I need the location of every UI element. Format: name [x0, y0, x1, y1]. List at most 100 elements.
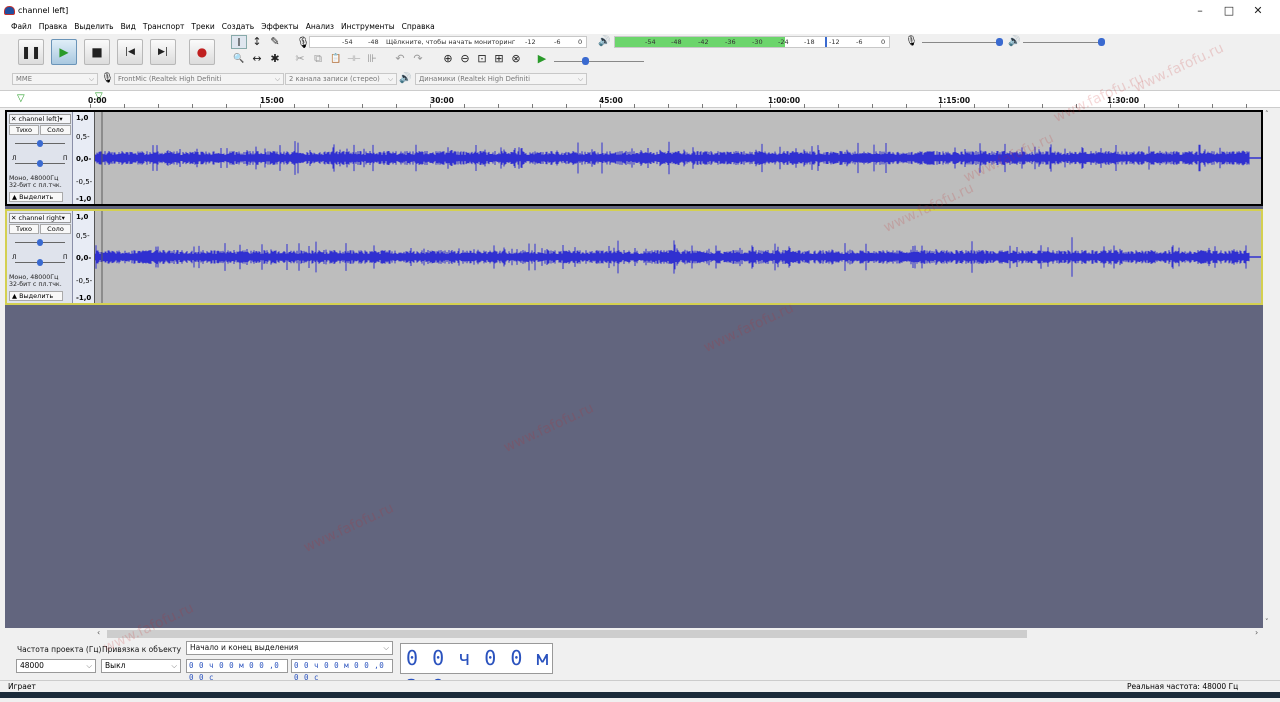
fit-selection-button[interactable]: ⊡ — [474, 52, 490, 66]
scroll-down-icon[interactable]: ˅ — [1265, 618, 1269, 626]
playback-meter[interactable]: -54 -48 -42 -36 -30 -24 -18 -12 -6 0 — [614, 36, 890, 48]
menu-item[interactable]: Анализ — [306, 22, 334, 31]
track-control-panel[interactable]: ✕ channel right▾ Тихо Соло Л П Моно, 480… — [7, 211, 73, 303]
amplitude-scale[interactable]: 1,0 0,5- 0,0- -0,5- -1,0 — [73, 112, 95, 204]
envelope-tool[interactable]: ↕ — [249, 35, 265, 49]
mute-button[interactable]: Тихо — [9, 125, 39, 135]
scroll-up-icon[interactable]: ˄ — [1265, 110, 1269, 118]
audio-track[interactable]: ✕ channel left]▾ Тихо Соло Л П Моно, 480… — [5, 110, 1263, 206]
playback-meter-tick: -6 — [856, 38, 863, 46]
menu-item[interactable]: Выделить — [74, 22, 113, 31]
timeshift-tool[interactable]: ↔ — [249, 52, 265, 66]
close-button[interactable]: ✕ — [1243, 3, 1273, 19]
menu-item[interactable]: Транспорт — [143, 22, 185, 31]
zoom-in-button[interactable]: ⊕ — [440, 52, 456, 66]
input-mic-icon: 🎙 — [101, 73, 114, 84]
selection-end-time[interactable]: 0 0 ч 0 0 м 0 0 ,0 0 0 с — [291, 659, 393, 682]
fit-project-button[interactable]: ⊞ — [491, 52, 507, 66]
output-device-select[interactable]: Динамики (Realtek High Definiti ⌵ — [415, 73, 587, 85]
play-head-icon[interactable]: ▽ — [17, 93, 25, 104]
track-select-button[interactable]: ▲ Выделить — [9, 192, 63, 202]
menu-item[interactable]: Треки — [191, 22, 214, 31]
maximize-button[interactable]: □ — [1214, 3, 1244, 19]
zoom-toggle-button[interactable]: ⊗ — [508, 52, 524, 66]
horizontal-scrollbar[interactable]: ‹ › — [5, 628, 1263, 640]
menu-item[interactable]: Файл — [11, 22, 32, 31]
track-control-panel[interactable]: ✕ channel left]▾ Тихо Соло Л П Моно, 480… — [7, 112, 73, 204]
solo-button[interactable]: Соло — [40, 125, 71, 135]
waveform[interactable] — [95, 112, 1261, 204]
menu-item[interactable]: Справка — [402, 22, 435, 31]
mute-button[interactable]: Тихо — [9, 224, 39, 234]
speaker-icon[interactable]: 🔊 — [598, 36, 610, 47]
ruler-minor-tick — [906, 104, 907, 108]
selection-start-time[interactable]: 0 0 ч 0 0 м 0 0 ,0 0 0 с — [186, 659, 288, 682]
menu-item[interactable]: Создать — [222, 22, 254, 31]
project-rate-select[interactable]: 48000 ⌵ — [16, 659, 96, 673]
track-select-button[interactable]: ▲ Выделить — [9, 291, 63, 301]
multi-tool[interactable]: ✱ — [267, 52, 283, 66]
ruler-minor-tick — [226, 104, 227, 108]
menu-item[interactable]: Вид — [121, 22, 136, 31]
scroll-right-icon[interactable]: › — [1255, 628, 1258, 637]
ruler-minor-tick — [600, 104, 601, 108]
selection-tool[interactable]: I — [231, 35, 247, 49]
paste-button[interactable]: 📋 — [328, 52, 344, 66]
playback-volume-thumb[interactable] — [1098, 38, 1105, 46]
input-device-select[interactable]: FrontMic (Realtek High Definiti ⌵ — [114, 73, 284, 85]
record-button[interactable]: ● — [189, 39, 215, 65]
copy-button[interactable]: ⧉ — [310, 52, 326, 66]
selection-mode-select[interactable]: Начало и конец выделения ⌵ — [186, 641, 393, 655]
skip-to-end-button[interactable]: ▶| — [150, 39, 176, 65]
track-name-menu[interactable]: ✕ channel right▾ — [9, 213, 71, 223]
play-speed-slider[interactable] — [554, 61, 644, 62]
record-meter-mic-icon[interactable]: 🎙 — [296, 36, 310, 49]
play-button[interactable]: ▶ — [51, 39, 77, 65]
waveform[interactable] — [95, 211, 1261, 303]
pause-button[interactable]: ❚❚ — [18, 39, 44, 65]
scale-label: -1,0 — [76, 294, 92, 302]
snap-to-select[interactable]: Выкл ⌵ — [101, 659, 181, 673]
gain-slider-thumb[interactable] — [37, 239, 43, 246]
amplitude-scale[interactable]: 1,0 0,5- 0,0- -0,5- -1,0 — [73, 211, 95, 303]
vertical-scrollbar[interactable]: ˄ ˅ — [1263, 108, 1275, 630]
recording-channels-value: 2 канала записи (стерео) — [289, 75, 380, 83]
audio-host-select[interactable]: MME ⌵ — [12, 73, 98, 85]
menu-item[interactable]: Инструменты — [341, 22, 395, 31]
audio-track[interactable]: ✕ channel right▾ Тихо Соло Л П Моно, 480… — [5, 209, 1263, 305]
undo-button[interactable]: ↶ — [392, 52, 408, 66]
scroll-left-icon[interactable]: ‹ — [97, 628, 100, 637]
zoom-out-button[interactable]: ⊖ — [457, 52, 473, 66]
record-volume-thumb[interactable] — [996, 38, 1003, 46]
redo-button[interactable]: ↷ — [410, 52, 426, 66]
ruler-minor-tick — [1076, 104, 1077, 108]
play-at-speed-button[interactable]: ▶ — [534, 52, 550, 66]
record-meter[interactable]: -54 -48 Щёлкните, чтобы начать мониторин… — [309, 36, 587, 48]
gain-slider-thumb[interactable] — [37, 140, 43, 147]
trim-button[interactable]: ⊣⊢ — [346, 52, 362, 66]
tracks-area[interactable]: ✕ channel left]▾ Тихо Соло Л П Моно, 480… — [5, 110, 1263, 630]
play-speed-thumb[interactable] — [582, 57, 589, 65]
cut-button[interactable]: ✂ — [292, 52, 308, 66]
pan-slider-thumb[interactable] — [37, 259, 43, 266]
silence-button[interactable]: ⊪ — [364, 52, 380, 66]
stop-button[interactable]: ■ — [84, 39, 110, 65]
playback-volume-slider[interactable] — [1023, 42, 1103, 43]
pan-right-label: П — [63, 254, 68, 261]
timeline-ruler[interactable]: ▽ ▽ 0:00 15:00 30:00 45:00 1:00:00 1:15:00 1:3… — [0, 90, 1280, 108]
draw-tool[interactable]: ✎ — [267, 35, 283, 49]
horizontal-scroll-thumb[interactable] — [107, 630, 1027, 638]
playback-meter-tick: 0 — [881, 38, 886, 46]
track-name-menu[interactable]: ✕ channel left]▾ — [9, 114, 71, 124]
menu-item[interactable]: Эффекты — [261, 22, 299, 31]
solo-button[interactable]: Соло — [40, 224, 71, 234]
record-volume-slider[interactable] — [922, 42, 1002, 43]
zoom-tool[interactable]: 🔍 — [231, 52, 247, 66]
recording-channels-select[interactable]: 2 канала записи (стерео) ⌵ — [285, 73, 397, 85]
audio-position-time[interactable]: 0 0 ч 0 0 м 3 9 с — [400, 643, 553, 699]
pan-slider-thumb[interactable] — [37, 160, 43, 167]
skip-to-start-button[interactable]: |◀ — [117, 39, 143, 65]
ruler-minor-tick — [124, 104, 125, 108]
minimize-button[interactable]: – — [1185, 3, 1215, 19]
menu-item[interactable]: Правка — [39, 22, 68, 31]
